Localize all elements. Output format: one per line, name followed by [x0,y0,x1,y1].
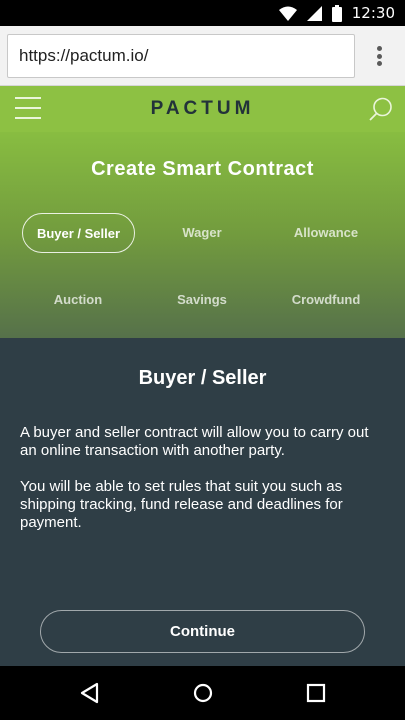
url-text: https://pactum.io/ [19,46,149,65]
contract-type-selector: Create Smart Contract Buyer / Seller Wag… [0,132,405,338]
status-time: 12:30 [351,4,395,22]
description-paragraph-2: You will be able to set rules that suit … [20,478,343,531]
tab-auction[interactable]: Auction [26,280,130,320]
cell-signal-icon [306,5,322,21]
app-header: PACTUM [0,86,405,132]
home-icon[interactable] [189,679,217,707]
wifi-icon [278,6,297,21]
status-icons: 12:30 [278,4,395,22]
overflow-menu-icon[interactable] [367,42,391,70]
battery-icon [331,4,342,22]
tab-buyer-seller[interactable]: Buyer / Seller [22,213,135,253]
tab-crowdfund[interactable]: Crowdfund [272,280,380,320]
description-paragraph-1: A buyer and seller contract will allow y… [20,424,369,459]
hero-title: Create Smart Contract [91,158,314,180]
recents-icon[interactable] [302,679,330,707]
contract-title: Buyer / Seller [138,367,267,389]
tab-wager[interactable]: Wager [150,213,254,253]
system-nav-bar [0,666,405,720]
contract-description-panel: Buyer / Seller A buyer and seller contra… [0,338,405,666]
back-icon[interactable] [76,679,104,707]
url-bar[interactable]: https://pactum.io/ [7,34,355,78]
tab-savings[interactable]: Savings [150,280,254,320]
brand-logo[interactable]: PACTUM [0,86,405,132]
continue-button[interactable]: Continue [40,610,365,653]
browser-toolbar: https://pactum.io/ [0,26,405,86]
tab-allowance[interactable]: Allowance [272,213,380,253]
status-bar: 12:30 [0,0,405,26]
search-icon[interactable] [368,96,394,122]
